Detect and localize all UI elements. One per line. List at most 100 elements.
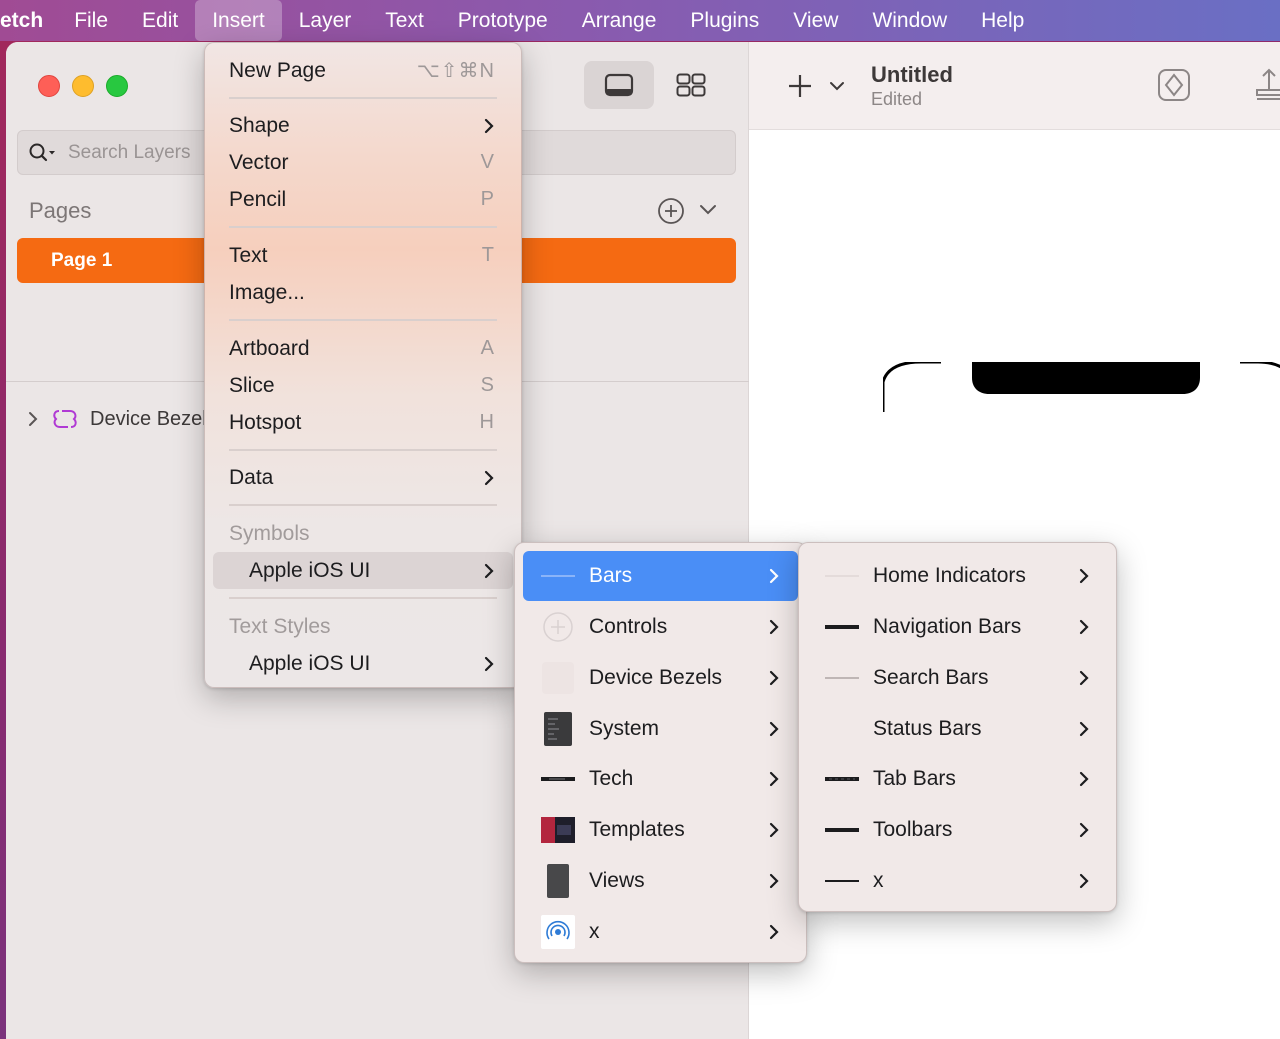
search-placeholder: Search Layers	[68, 141, 191, 163]
submenu-item-toolbars[interactable]: Toolbars	[807, 805, 1108, 855]
chevron-right-icon	[768, 669, 780, 687]
menu-item-label: Image...	[229, 280, 305, 304]
menu-header-symbols: Symbols	[213, 515, 513, 552]
menu-separator	[229, 504, 497, 506]
bar-line-icon	[541, 559, 575, 593]
submenu-item-x[interactable]: x	[523, 907, 798, 957]
submenu-item-tab-bars[interactable]: Tab Bars	[807, 754, 1108, 804]
submenu-item-templates[interactable]: Templates	[523, 805, 798, 855]
submenu-item-label: Bars	[589, 564, 633, 587]
menu-window[interactable]: Window	[855, 0, 964, 41]
menu-insert[interactable]: Insert	[195, 0, 282, 41]
chevron-right-icon	[768, 872, 780, 890]
bars-submenu: Home Indicators Navigation Bars Search B…	[798, 542, 1117, 912]
submenu-item-controls[interactable]: Controls	[523, 602, 798, 652]
chevron-right-icon	[483, 562, 495, 580]
submenu-item-status-bars[interactable]: Status Bars	[807, 704, 1108, 754]
submenu-item-navigation-bars[interactable]: Navigation Bars	[807, 602, 1108, 652]
menu-item-hotspot[interactable]: Hotspot H	[213, 404, 513, 441]
shortcut-label: V	[480, 151, 495, 173]
submenu-item-label: x	[873, 869, 884, 892]
menu-plugins[interactable]: Plugins	[673, 0, 776, 41]
menu-item-image[interactable]: Image...	[213, 274, 513, 311]
submenu-item-label: Templates	[589, 818, 685, 841]
menu-layer[interactable]: Layer	[282, 0, 369, 41]
menu-arrange[interactable]: Arrange	[565, 0, 674, 41]
menu-item-text-styles-apple-ios-ui[interactable]: Apple iOS UI	[213, 645, 513, 682]
submenu-item-label: x	[589, 920, 600, 943]
insert-dropdown-button[interactable]	[829, 79, 845, 97]
grid-view-button[interactable]	[656, 61, 726, 109]
menu-edit[interactable]: Edit	[125, 0, 195, 41]
chevron-down-icon	[830, 82, 844, 91]
menu-item-artboard[interactable]: Artboard A	[213, 330, 513, 367]
submenu-item-device-bezels[interactable]: Device Bezels	[523, 653, 798, 703]
pages-heading: Pages	[29, 198, 92, 223]
grid-icon	[676, 73, 706, 97]
chevron-right-icon	[483, 117, 495, 135]
menu-app-name[interactable]: etch	[0, 0, 57, 41]
menu-item-slice[interactable]: Slice S	[213, 367, 513, 404]
template-thumbnail-icon	[541, 813, 575, 847]
submenu-item-home-indicators[interactable]: Home Indicators	[807, 551, 1108, 601]
menu-prototype[interactable]: Prototype	[441, 0, 565, 41]
export-icon	[1256, 68, 1280, 100]
menu-item-symbols-apple-ios-ui[interactable]: Apple iOS UI	[213, 552, 513, 589]
menu-file[interactable]: File	[57, 0, 125, 41]
menu-separator	[229, 97, 497, 99]
menu-item-label: Apple iOS UI	[249, 651, 371, 675]
menu-separator	[229, 597, 497, 599]
menu-item-new-page[interactable]: New Page ⌥⇧⌘N	[213, 52, 513, 89]
chevron-right-icon	[768, 567, 780, 585]
menu-item-label: Shape	[229, 113, 290, 137]
chevron-right-icon	[483, 655, 495, 673]
single-window-icon	[604, 73, 634, 97]
submenu-item-search-bars[interactable]: Search Bars	[807, 653, 1108, 703]
canvas-view-button[interactable]	[584, 61, 654, 109]
menu-text[interactable]: Text	[368, 0, 441, 41]
submenu-item-x[interactable]: x	[807, 856, 1108, 906]
create-symbol-button[interactable]	[1157, 68, 1191, 107]
menu-bar: etch File Edit Insert Layer Text Prototy…	[0, 0, 1280, 41]
insert-menu: New Page ⌥⇧⌘N Shape Vector V Pencil P Te…	[204, 42, 522, 688]
export-button[interactable]	[1254, 68, 1280, 107]
menu-item-text[interactable]: Text T	[213, 237, 513, 274]
shortcut-label: A	[480, 337, 495, 359]
minimize-window-button[interactable]	[72, 75, 94, 97]
menu-item-label: New Page	[229, 58, 326, 82]
line-icon	[825, 864, 859, 898]
menu-item-vector[interactable]: Vector V	[213, 144, 513, 181]
close-window-button[interactable]	[38, 75, 60, 97]
search-bar-icon	[825, 661, 859, 695]
menu-view[interactable]: View	[776, 0, 855, 41]
tab-bar-icon	[825, 762, 859, 796]
chevron-right-icon	[1078, 872, 1090, 890]
insert-toolbar-button[interactable]	[787, 73, 813, 104]
submenu-item-label: Tech	[589, 767, 634, 790]
zoom-window-button[interactable]	[106, 75, 128, 97]
shortcut-label: ⌥⇧⌘N	[416, 60, 495, 82]
add-page-button[interactable]	[657, 197, 685, 230]
submenu-item-system[interactable]: System	[523, 704, 798, 754]
menu-item-data[interactable]: Data	[213, 459, 513, 496]
chevron-right-icon	[1078, 669, 1090, 687]
layer-item-device-bezel[interactable]: Device Bezel	[26, 404, 207, 434]
submenu-item-views[interactable]: Views	[523, 856, 798, 906]
chevron-right-icon	[483, 469, 495, 487]
menu-item-label: Hotspot	[229, 410, 302, 434]
document-title: Untitled	[871, 62, 953, 87]
plus-icon	[789, 75, 811, 97]
menu-item-label: Slice	[229, 373, 275, 397]
menu-item-shape[interactable]: Shape	[213, 107, 513, 144]
submenu-item-label: Navigation Bars	[873, 615, 1022, 638]
submenu-item-label: Search Bars	[873, 666, 989, 689]
menu-header-text-styles: Text Styles	[213, 608, 513, 645]
submenu-item-bars[interactable]: Bars	[523, 551, 798, 601]
menu-item-pencil[interactable]: Pencil P	[213, 181, 513, 218]
chevron-right-icon	[1078, 567, 1090, 585]
pages-collapse-button[interactable]	[699, 202, 717, 221]
layer-name: Device Bezel	[90, 407, 207, 430]
menu-help[interactable]: Help	[964, 0, 1041, 41]
document-toolbar: Untitled Edited	[749, 42, 1280, 130]
submenu-item-tech[interactable]: Tech	[523, 754, 798, 804]
